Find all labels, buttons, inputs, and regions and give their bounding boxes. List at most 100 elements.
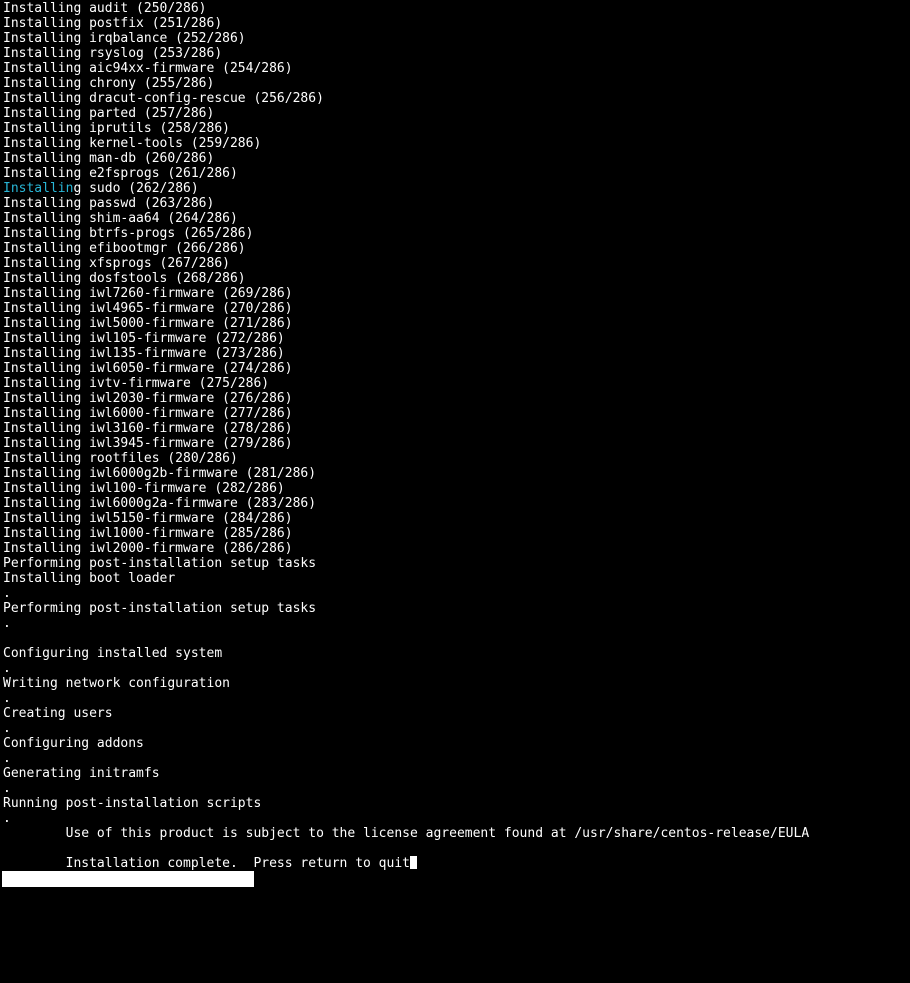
terminal-line-text: Installing iwl5150-firmware (284/286) xyxy=(3,511,293,526)
terminal-line: Configuring addons xyxy=(3,736,908,751)
terminal-line: Installing iwl6000g2a-firmware (283/286) xyxy=(3,496,908,511)
terminal-line: Writing network configuration xyxy=(3,676,908,691)
terminal-line: Installing iwl5150-firmware (284/286) xyxy=(3,511,908,526)
terminal-line: Installing chrony (255/286) xyxy=(3,76,908,91)
terminal-line-text: Installing parted (257/286) xyxy=(3,106,215,121)
terminal-line: Installing postfix (251/286) xyxy=(3,16,908,31)
terminal-line: Installing boot loader xyxy=(3,571,908,586)
terminal-line: Running post-installation scripts xyxy=(3,796,908,811)
terminal-line-text: Installing passwd (263/286) xyxy=(3,196,215,211)
terminal-line-text: Installing boot loader xyxy=(3,571,176,586)
terminal-line: Installing e2fsprogs (261/286) xyxy=(3,166,908,181)
terminal-line: Performing post-installation setup tasks xyxy=(3,601,908,616)
terminal-line-text: Installing iwl4965-firmware (270/286) xyxy=(3,301,293,316)
terminal-line: Installing iprutils (258/286) xyxy=(3,121,908,136)
tmux-status-bar: [anaconda] 1:main* 2:shell 3:log 4:stora… xyxy=(2,871,255,982)
terminal-line-text: . xyxy=(3,781,11,796)
terminal-line: Installing iwl6000g2b-firmware (281/286) xyxy=(3,466,908,481)
terminal-line-text: Installing dracut-config-rescue (256/286… xyxy=(3,91,324,106)
terminal-line-text: Installing iwl6000g2b-firmware (281/286) xyxy=(3,466,317,481)
tab-shell[interactable]: 2:shell xyxy=(19,919,74,934)
terminal-line: Installing iwl100-firmware (282/286) xyxy=(3,481,908,496)
terminal-line: Use of this product is subject to the li… xyxy=(3,826,908,841)
terminal-line: Installing ivtv-firmware (275/286) xyxy=(3,376,908,391)
terminal-line-text: Installing chrony (255/286) xyxy=(3,76,215,91)
terminal-line-text: Installing iwl6000-firmware (277/286) xyxy=(3,406,293,421)
terminal-line: Installing iwl4965-firmware (270/286) xyxy=(3,301,908,316)
terminal-line-text: Installing ivtv-firmware (275/286) xyxy=(3,376,270,391)
terminal-line: Installing sudo (262/286) xyxy=(3,181,908,196)
terminal-line-text: Installing iwl5000-firmware (271/286) xyxy=(3,316,293,331)
terminal-line: . xyxy=(3,781,908,796)
terminal-line-text: Installing iwl1000-firmware (285/286) xyxy=(3,526,293,541)
terminal-line: Installing rsyslog (253/286) xyxy=(3,46,908,61)
tab-log[interactable]: 3:log xyxy=(19,935,58,950)
terminal-line: Installing iwl3945-firmware (279/286) xyxy=(3,436,908,451)
terminal-line: Installing iwl1000-firmware (285/286) xyxy=(3,526,908,541)
terminal-line-text: Installing dosfstools (268/286) xyxy=(3,271,246,286)
terminal-line-text: Installing postfix (251/286) xyxy=(3,16,223,31)
terminal-line-text: Installing efibootmgr (266/286) xyxy=(3,241,246,256)
switch-tab-hint: Switch tab: Alt+Tab | Help: F1 xyxy=(18,967,254,982)
terminal-line-text: Installation complete. Press return to q… xyxy=(3,856,410,871)
terminal-line: Installing iwl5000-firmware (271/286) xyxy=(3,316,908,331)
terminal-line-text: Performing post-installation setup tasks xyxy=(3,556,317,571)
terminal-line-text: Running post-installation scripts xyxy=(3,796,262,811)
terminal-line-text: Installing aic94xx-firmware (254/286) xyxy=(3,61,293,76)
terminal-line: . xyxy=(3,811,908,826)
terminal-line: . xyxy=(3,661,908,676)
highlighted-text: Installin xyxy=(3,181,74,196)
terminal-line-text: Installing iwl135-firmware (273/286) xyxy=(3,346,285,361)
terminal-line: Installing xfsprogs (267/286) xyxy=(3,256,908,271)
terminal-line: Installing dracut-config-rescue (256/286… xyxy=(3,91,908,106)
terminal-line: Installing iwl6050-firmware (274/286) xyxy=(3,361,908,376)
text-cursor xyxy=(410,856,417,869)
terminal-line-text: Installing iwl100-firmware (282/286) xyxy=(3,481,285,496)
terminal-line: Installing rootfiles (280/286) xyxy=(3,451,908,466)
terminal-line: Installing passwd (263/286) xyxy=(3,196,908,211)
terminal-line-text: Installing iwl7260-firmware (269/286) xyxy=(3,286,293,301)
terminal-line: Installing irqbalance (252/286) xyxy=(3,31,908,46)
terminal-line-text: . xyxy=(3,721,11,736)
terminal-line-text: g sudo (262/286) xyxy=(73,181,199,196)
terminal-line: Installing iwl135-firmware (273/286) xyxy=(3,346,908,361)
terminal-line: . xyxy=(3,691,908,706)
terminal-line-text: Configuring installed system xyxy=(3,646,223,661)
terminal-line: Installing iwl105-firmware (272/286) xyxy=(3,331,908,346)
terminal-line: Performing post-installation setup tasks xyxy=(3,556,908,571)
tab-storage-log[interactable]: 4:storage-lo> xyxy=(19,951,121,966)
tab-main[interactable]: 1:main* xyxy=(19,903,74,918)
terminal-line-text: Installing iwl3160-firmware (278/286) xyxy=(3,421,293,436)
session-name: [anaconda] xyxy=(18,887,97,902)
terminal-line: Installing man-db (260/286) xyxy=(3,151,908,166)
terminal-line-text: Installing iwl105-firmware (272/286) xyxy=(3,331,285,346)
terminal-line: Installing iwl6000-firmware (277/286) xyxy=(3,406,908,421)
terminal-line-text: Installing rootfiles (280/286) xyxy=(3,451,238,466)
terminal-line-text: Generating initramfs xyxy=(3,766,160,781)
terminal-line: . xyxy=(3,721,908,736)
terminal-line-text: Installing shim-aa64 (264/286) xyxy=(3,211,238,226)
terminal-line: Installing aic94xx-firmware (254/286) xyxy=(3,61,908,76)
terminal-line-text: . xyxy=(3,811,11,826)
terminal-line: Installing audit (250/286) xyxy=(3,1,908,16)
terminal-line: Creating users xyxy=(3,706,908,721)
terminal-line-text: . xyxy=(3,691,11,706)
terminal-line-text: Installing e2fsprogs (261/286) xyxy=(3,166,238,181)
terminal-line: Configuring installed system xyxy=(3,646,908,661)
terminal-line-text: Configuring addons xyxy=(3,736,144,751)
terminal-line-text: Installing iwl6050-firmware (274/286) xyxy=(3,361,293,376)
terminal-line: Installing iwl7260-firmware (269/286) xyxy=(3,286,908,301)
terminal-line: Generating initramfs xyxy=(3,766,908,781)
terminal-line: Installing efibootmgr (266/286) xyxy=(3,241,908,256)
terminal-line-text: Installing man-db (260/286) xyxy=(3,151,215,166)
terminal-line: Installing iwl2000-firmware (286/286) xyxy=(3,541,908,556)
terminal-line: . xyxy=(3,616,908,631)
terminal-line-text: Performing post-installation setup tasks xyxy=(3,601,317,616)
terminal-line-text: Installing iwl3945-firmware (279/286) xyxy=(3,436,293,451)
terminal-line-text: Installing audit (250/286) xyxy=(3,1,207,16)
terminal-line: . xyxy=(3,751,908,766)
terminal-line-text: Installing iwl2030-firmware (276/286) xyxy=(3,391,293,406)
terminal-line-text: Installing iwl2000-firmware (286/286) xyxy=(3,541,293,556)
terminal-line-text: . xyxy=(3,586,11,601)
